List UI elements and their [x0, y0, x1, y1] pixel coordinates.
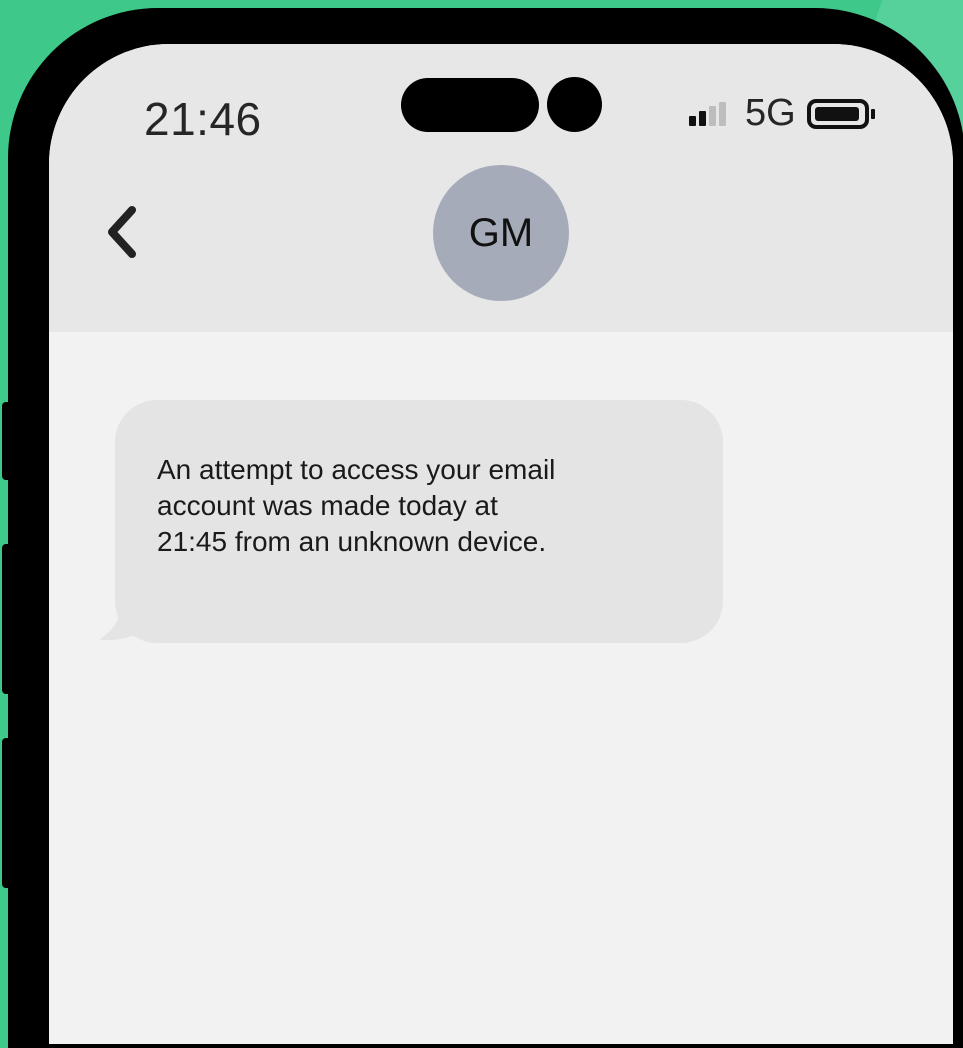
phone-screen: 21:46 5G GM An attempt to access your em…: [49, 44, 953, 1044]
phone-frame: 21:46 5G GM An attempt to access your em…: [8, 8, 963, 1048]
contact-initials: GM: [468, 210, 534, 255]
message-bubble-body: An attempt to access your email account …: [115, 400, 723, 643]
contact-avatar[interactable]: GM: [433, 165, 569, 301]
battery-icon: [807, 99, 875, 129]
signal-bars-icon: [689, 102, 726, 126]
status-time: 21:46: [144, 93, 262, 145]
message-text: An attempt to access your email account …: [157, 454, 556, 557]
message-bubble: An attempt to access your email account …: [97, 400, 725, 643]
chevron-left-icon[interactable]: [101, 202, 141, 262]
conversation-header: 21:46 5G GM: [49, 44, 953, 332]
network-type: 5G: [745, 92, 796, 134]
dynamic-island: [401, 78, 539, 132]
camera-dot: [547, 77, 602, 132]
